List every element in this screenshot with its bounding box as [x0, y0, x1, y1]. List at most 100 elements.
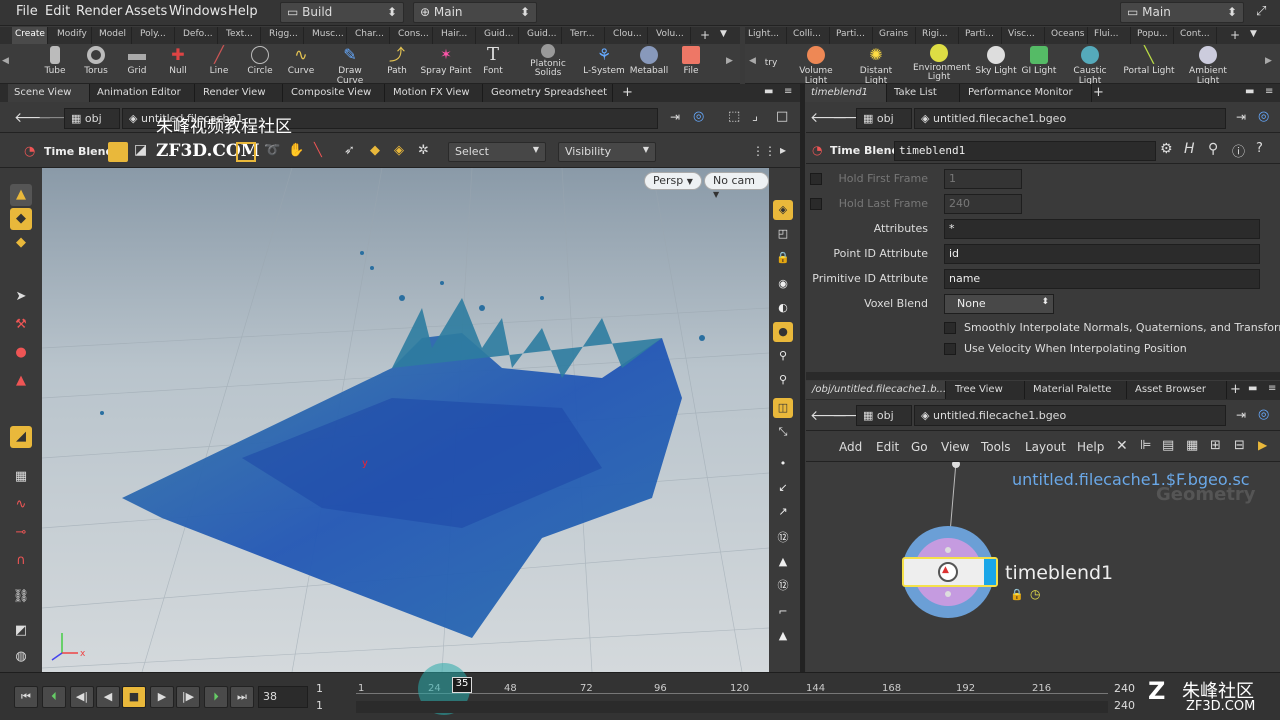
menu-assets[interactable]: Assets	[125, 4, 167, 19]
link-icon[interactable]: ◎	[1258, 407, 1269, 422]
paint-icon[interactable]: ⤡	[773, 422, 793, 442]
hold-last-checkbox[interactable]	[810, 198, 822, 210]
shelf-tab[interactable]: Colli...	[790, 27, 830, 44]
chain-icon[interactable]: ⛓	[10, 586, 32, 608]
tool-ambient-light[interactable]: Ambient Light	[1182, 46, 1234, 86]
path-root[interactable]: ▦ obj	[856, 405, 912, 426]
shelf-tab[interactable]: Char...	[352, 27, 390, 44]
tab-network[interactable]: /obj/untitled.filecache1.b...	[806, 381, 946, 399]
tool-portal-light[interactable]: ╲ Portal Light	[1123, 46, 1175, 77]
pane-options-icon[interactable]: ≡	[784, 86, 792, 97]
move-tool-icon[interactable]: ◆	[10, 208, 32, 230]
expand-icon[interactable]: ⌟	[752, 109, 758, 124]
pane-options-icon[interactable]: ≡	[1268, 383, 1276, 394]
shelf-tab[interactable]: Cons...	[395, 27, 433, 44]
path-root[interactable]: ▦ obj	[856, 108, 912, 129]
cube-icon[interactable]: ⬚	[728, 109, 740, 124]
menu-view[interactable]: View	[941, 440, 969, 454]
playhead-marker[interactable]: 35	[452, 677, 472, 693]
tab-render-view[interactable]: Render View	[197, 84, 283, 102]
vertex-icon[interactable]: ⑫	[773, 576, 793, 596]
snap-grid-icon[interactable]: ▦	[10, 466, 32, 488]
cube-icon[interactable]: ◰	[773, 224, 793, 244]
camera-button[interactable]: No cam ▼	[704, 172, 769, 199]
display-options-icon[interactable]: ⋮⋮	[752, 144, 776, 158]
menu-layout[interactable]: Layout	[1025, 440, 1066, 454]
shelf-tab[interactable]: Volu...	[653, 27, 691, 44]
point-id-field[interactable]: id	[944, 244, 1260, 264]
shelf-tab[interactable]: Guid...	[524, 27, 562, 44]
path-node[interactable]: ◈ untitled.filecache1.bgeo	[914, 108, 1226, 129]
viewport[interactable]: y x Persp ▼ No cam ▼	[42, 168, 769, 672]
tool-font[interactable]: T Font	[467, 46, 519, 77]
menu-help[interactable]: Help	[228, 4, 258, 19]
shelf-tab[interactable]: Rigg...	[266, 27, 304, 44]
vector-icon[interactable]: ↗	[773, 502, 793, 522]
desktop-select[interactable]: ▭ Build ⬍	[280, 2, 404, 23]
scroll-left-icon[interactable]: ◀	[2, 56, 9, 66]
shelf-tab[interactable]: Rigi...	[919, 27, 959, 44]
attributes-field[interactable]: *	[944, 219, 1260, 239]
hold-first-field[interactable]: 1	[944, 169, 1022, 189]
tab-parameters[interactable]: timeblend1	[805, 84, 887, 102]
menu-edit[interactable]: Edit	[45, 4, 70, 19]
pointer-icon[interactable]: ➶	[344, 143, 355, 158]
tool-env-light[interactable]: Environment Light	[913, 44, 970, 82]
add-tab-icon[interactable]: +	[1093, 85, 1104, 100]
hold-last-field[interactable]: 240	[944, 194, 1022, 214]
magnet-icon[interactable]: ∩	[10, 550, 32, 572]
number-icon[interactable]: ⑫	[773, 528, 793, 548]
light-icon[interactable]: ●	[773, 322, 793, 342]
scroll-right-icon[interactable]: ▶	[1265, 56, 1272, 66]
path-node[interactable]: ◈ untitled.filecache1.bgeo	[914, 405, 1226, 426]
shelf-tab[interactable]: Flui...	[1091, 27, 1131, 44]
step-end-button[interactable]: ⏵	[204, 686, 228, 708]
pane-menu-icon[interactable]: ▬	[1245, 86, 1254, 97]
next-frame-button[interactable]: |▶	[176, 686, 200, 708]
shelf-tab[interactable]: Oceans	[1048, 27, 1088, 44]
pane-divider-h[interactable]	[806, 372, 1280, 380]
jump-end-button[interactable]: ⏭	[230, 686, 254, 708]
timeblend-node[interactable]: ▲	[902, 557, 998, 587]
menu-go[interactable]: Go	[911, 440, 928, 454]
box-select-icon[interactable]	[236, 142, 256, 162]
shelf-tab[interactable]: Cont...	[1177, 27, 1217, 44]
current-frame-field[interactable]: 38	[258, 686, 308, 708]
tab-asset-browser[interactable]: Asset Browser	[1129, 381, 1227, 399]
menu-render[interactable]: Render	[76, 4, 122, 19]
shelf-tab[interactable]: Create	[12, 27, 48, 44]
menu-edit[interactable]: Edit	[876, 440, 899, 454]
tool-draw-curve[interactable]: ✎ Draw Curve	[324, 46, 376, 87]
wrench-icon[interactable]: ✕	[1116, 438, 1128, 454]
shelf-tab[interactable]: Grains	[876, 27, 916, 44]
arrow-right-icon[interactable]: ▸	[780, 143, 786, 157]
rotate-tool-icon[interactable]: ◆	[10, 232, 32, 254]
visibility-dropdown[interactable]: Visibility ▼	[558, 142, 656, 162]
shelf-tab[interactable]: Parti...	[833, 27, 873, 44]
help-h-icon[interactable]: H	[1184, 141, 1195, 157]
link-icon[interactable]: ◎	[693, 109, 704, 124]
maximize-icon[interactable]: ⤢	[1256, 4, 1266, 19]
tool-volume-light[interactable]: Volume Light	[790, 46, 842, 86]
tab-take-list[interactable]: Take List	[888, 84, 960, 102]
pose-tool-icon[interactable]: ●	[10, 342, 32, 364]
filter-icon[interactable]: ▲	[773, 626, 793, 646]
tool-caustic-light[interactable]: Caustic Light	[1064, 46, 1116, 86]
camera-tool-icon[interactable]: ◢	[10, 426, 32, 448]
tool-spray-paint[interactable]: ✶ Spray Paint	[420, 46, 472, 76]
tab-geometry-spreadsheet[interactable]: Geometry Spreadsheet	[485, 84, 613, 102]
stop-button[interactable]: ■	[122, 686, 146, 708]
layer-icon[interactable]: ◩	[10, 620, 32, 642]
shelf-tab[interactable]: Guid...	[481, 27, 519, 44]
step-start-button[interactable]: ⏴	[42, 686, 66, 708]
shelf-tab[interactable]: Text...	[223, 27, 261, 44]
shelf-tab[interactable]: Modify	[54, 27, 92, 44]
node-name-field[interactable]: timeblend1	[894, 141, 1156, 161]
start-frame[interactable]: 1	[316, 682, 323, 695]
pin-icon[interactable]: ⇥	[1236, 408, 1246, 422]
arrow-right-icon[interactable]: ▶	[1258, 438, 1267, 452]
tab-composite-view[interactable]: Composite View	[285, 84, 385, 102]
end-frame-2[interactable]: 240	[1114, 699, 1135, 712]
menu-help[interactable]: Help	[1077, 440, 1104, 454]
shelf-tab[interactable]: Visc...	[1005, 27, 1045, 44]
